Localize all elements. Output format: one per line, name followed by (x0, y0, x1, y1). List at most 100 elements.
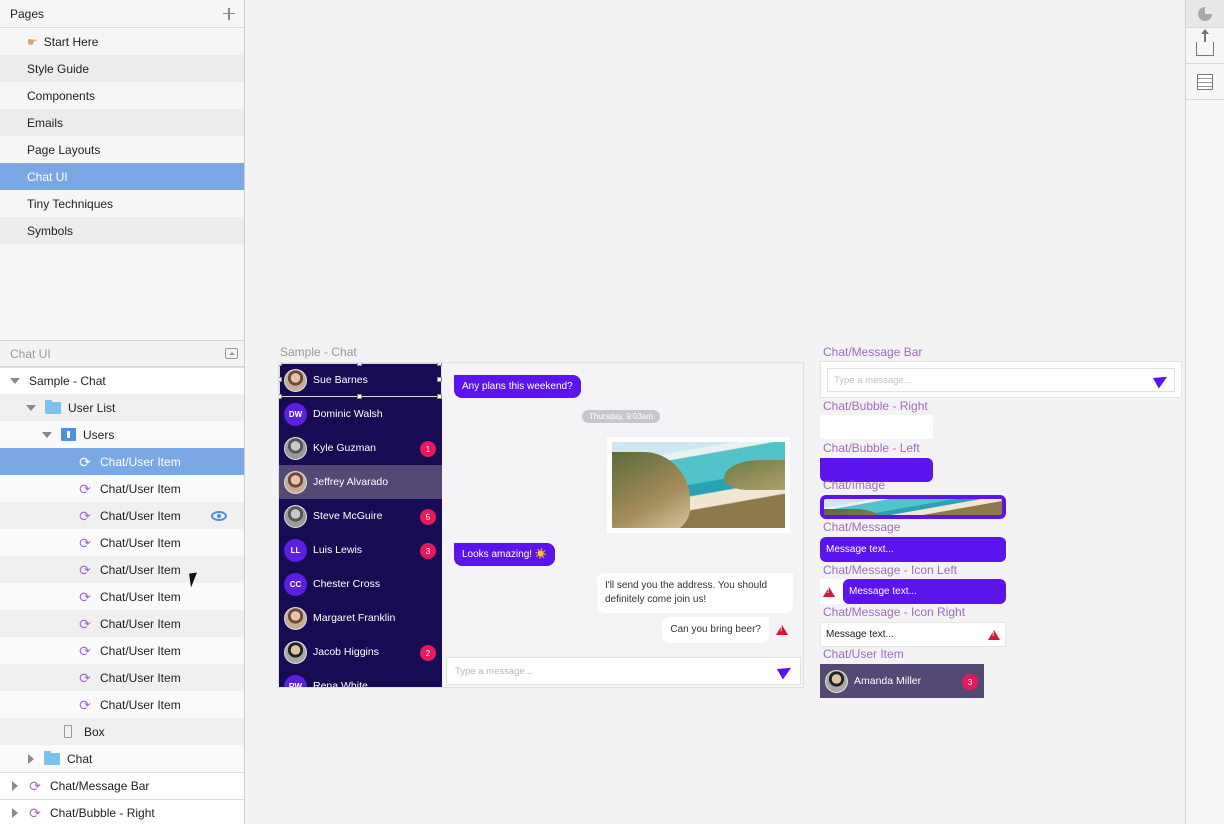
symbol-icon: ⟳ (79, 669, 91, 686)
chat-user-item[interactable]: Margaret Franklin (279, 601, 442, 635)
layer-row[interactable]: Sample - Chat (0, 367, 244, 394)
layers-list: Sample - Chat User List Users ⟳ Chat/User It… (0, 367, 244, 824)
visibility-eye-icon[interactable] (211, 511, 227, 521)
page-label: Tiny Techniques (27, 196, 114, 211)
collapse-layers-icon[interactable] (225, 348, 238, 359)
layer-row[interactable]: ⟳ Chat/User Item (0, 583, 244, 610)
layer-row[interactable]: ⟳ Chat/User Item (0, 691, 244, 718)
export-icon (1196, 28, 1214, 56)
symbol-image[interactable] (820, 495, 1006, 519)
user-name: Margaret Franklin (313, 612, 396, 624)
layer-row[interactable]: ⟳ Chat/User Item (0, 502, 244, 529)
layer-row[interactable]: ⟳ Chat/User Item (0, 556, 244, 583)
group-icon (61, 428, 76, 441)
send-icon[interactable] (776, 662, 795, 680)
unread-badge: 1 (420, 441, 436, 457)
layer-row[interactable]: ⟳ Chat/User Item (0, 637, 244, 664)
folder-icon (44, 750, 60, 765)
symbol-icon: ⟳ (79, 534, 91, 551)
selection-handle[interactable] (357, 363, 362, 366)
symbol-bubble-right[interactable] (820, 415, 933, 439)
chat-user-item[interactable]: Kyle Guzman 1 (279, 431, 442, 465)
page-item[interactable]: Tiny Techniques (0, 190, 244, 217)
layer-label: Sample - Chat (29, 374, 106, 388)
page-item[interactable]: Components (0, 82, 244, 109)
symbol-message-icon-left[interactable]: Message text... (820, 579, 1006, 604)
page-item[interactable]: Chat UI (0, 163, 244, 190)
user-name: Jacob Higgins (313, 646, 379, 658)
symbol-icon: ⟳ (79, 453, 91, 470)
chat-user-item[interactable]: LL Luis Lewis 3 (279, 533, 442, 567)
layer-row[interactable]: Users (0, 421, 244, 448)
document-button[interactable] (1186, 64, 1224, 100)
expand-arrow-icon (10, 378, 20, 384)
artboard-title[interactable]: Sample - Chat (280, 345, 357, 359)
beach-photo (612, 442, 785, 528)
layers-title: Chat UI (10, 346, 51, 361)
inspector-toggle-button[interactable] (1186, 0, 1224, 28)
chat-user-item[interactable]: CC Chester Cross (279, 567, 442, 601)
page-item[interactable]: Page Layouts (0, 136, 244, 163)
chat-user-item[interactable]: RW Rena White (279, 669, 442, 688)
symbol-icon: ⟳ (29, 805, 41, 821)
layer-row[interactable]: ⟳ Chat/Message Bar (0, 772, 244, 799)
page-item[interactable]: ☛ Start Here (0, 28, 244, 55)
chat-user-item[interactable]: Jeffrey Alvarado (279, 465, 442, 499)
layer-row[interactable]: ⟳ Chat/User Item (0, 448, 244, 475)
chat-user-item[interactable]: Sue Barnes (279, 363, 442, 399)
symbol-icon: ⟳ (29, 778, 41, 794)
rectangle-icon (64, 725, 72, 738)
layer-row[interactable]: ⟳ Chat/User Item (0, 475, 244, 502)
layers-header: Chat UI (0, 340, 244, 367)
symbol-message-bar[interactable]: Type a message... (820, 361, 1182, 398)
symbol-title-bubble-left: Chat/Bubble - Left (823, 441, 920, 455)
layer-label: Chat/User Item (100, 481, 181, 496)
symbol-title-message: Chat/Message (823, 520, 901, 534)
export-button[interactable] (1186, 28, 1224, 64)
symbol-title-message-bar: Chat/Message Bar (823, 345, 923, 359)
page-item[interactable]: Style Guide (0, 55, 244, 82)
pages-header: Pages (0, 0, 244, 28)
layer-row[interactable]: ⟳ Chat/User Item (0, 664, 244, 691)
layer-row[interactable]: ⟳ Chat/Bubble - Right (0, 799, 244, 824)
symbol-message[interactable]: Message text... (820, 537, 1006, 562)
layer-row[interactable]: Box (0, 718, 244, 745)
symbol-image-photo (824, 499, 1002, 515)
avatar (825, 669, 848, 693)
chat-user-item[interactable]: Steve McGuire 5 (279, 499, 442, 533)
add-page-icon[interactable] (222, 7, 236, 21)
symbol-title-bubble-right: Chat/Bubble - Right (823, 399, 928, 413)
symbol-message-icon-left-text: Message text... (843, 579, 1006, 604)
layer-row[interactable]: Chat (0, 745, 244, 772)
page-item[interactable]: Emails (0, 109, 244, 136)
symbol-message-icon-right[interactable]: Message text... (820, 622, 1006, 647)
layer-label: Chat/User Item (100, 616, 181, 631)
chat-artboard[interactable]: Sue Barnes DW Dominic Walsh Kyle Guzman 1 Jef… (278, 362, 804, 688)
page-item[interactable]: Symbols (0, 217, 244, 244)
chat-user-item[interactable]: Jacob Higgins 2 (279, 635, 442, 669)
user-name: Rena White (313, 680, 368, 688)
symbol-title-icon-left: Chat/Message - Icon Left (823, 563, 958, 577)
layer-row[interactable]: ⟳ Chat/User Item (0, 529, 244, 556)
layer-label: Chat/User Item (100, 508, 181, 523)
symbol-title-icon-right: Chat/Message - Icon Right (823, 605, 966, 619)
layer-row[interactable]: ⟳ Chat/User Item (0, 610, 244, 637)
unread-badge: 2 (420, 645, 436, 661)
layer-label: User List (68, 400, 116, 415)
layer-row[interactable]: User List (0, 394, 244, 421)
chat-user-item[interactable]: DW Dominic Walsh (279, 397, 442, 431)
selection-handle[interactable] (279, 377, 282, 382)
page-label: Components (27, 88, 96, 103)
selection-handle[interactable] (279, 363, 282, 366)
symbol-title-image: Chat/Image (823, 478, 886, 492)
message-input[interactable]: Type a message... (455, 666, 779, 677)
inspector-strip (1185, 0, 1224, 824)
layer-label: Users (83, 427, 115, 442)
send-icon (1152, 371, 1171, 389)
avatar: DW (284, 402, 307, 426)
symbol-user-item[interactable]: Amanda Miller 3 (820, 664, 984, 698)
page-label: Emails (27, 115, 64, 130)
avatar: LL (284, 538, 307, 562)
expand-arrow-icon (42, 431, 52, 438)
page-label: Page Layouts (27, 142, 101, 157)
